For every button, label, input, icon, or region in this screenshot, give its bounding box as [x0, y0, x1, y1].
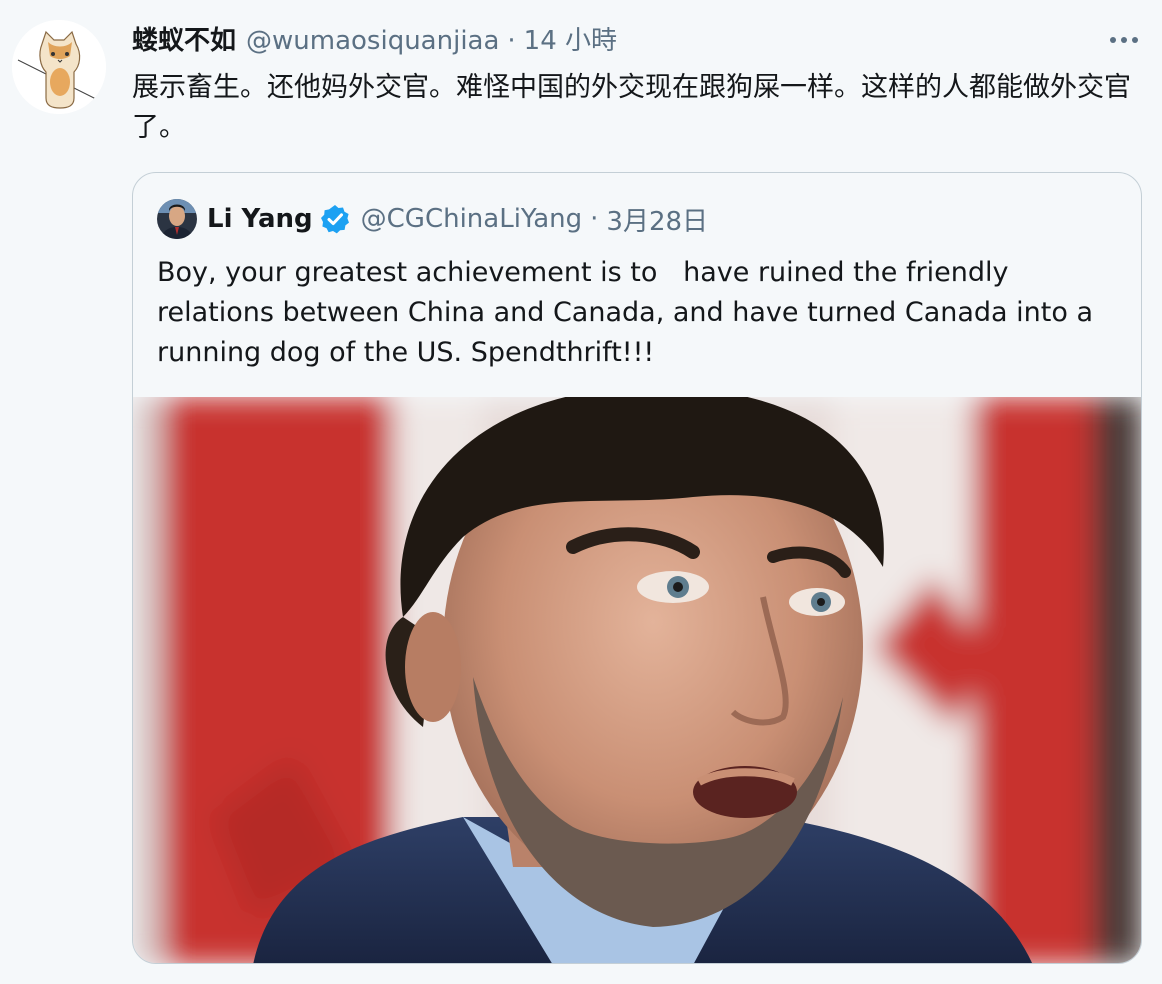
more-dots-icon — [1110, 37, 1138, 43]
portrait-photo — [133, 397, 1141, 963]
author-avatar[interactable] — [12, 20, 106, 114]
quoted-tweet-header: Li Yang @CGChinaLiYang · 3月28日 — [157, 199, 708, 239]
quoted-author-avatar[interactable] — [157, 199, 197, 239]
tweet[interactable]: 蝼蚁不如 @wumaosiquanjiaa · 14 小時 展示畜生。还他妈外交… — [0, 0, 1162, 984]
separator-dot: · — [507, 26, 516, 56]
cat-avatar-icon — [12, 20, 106, 114]
quoted-media-photo[interactable] — [133, 397, 1141, 963]
tweet-timestamp[interactable]: 14 小時 — [524, 22, 617, 60]
more-options-button[interactable] — [1104, 26, 1144, 54]
quoted-tweet-card[interactable]: Li Yang @CGChinaLiYang · 3月28日 Boy, your… — [132, 172, 1142, 964]
quoted-timestamp[interactable]: 3月28日 — [606, 201, 708, 238]
verified-badge-icon — [319, 203, 351, 235]
author-display-name[interactable]: 蝼蚁不如 — [132, 22, 236, 60]
separator-dot: · — [590, 204, 599, 234]
author-handle[interactable]: @wumaosiquanjiaa — [246, 22, 499, 60]
quoted-handle[interactable]: @CGChinaLiYang — [361, 204, 583, 234]
quoted-tweet-text: Boy, your greatest achievement is to hav… — [157, 257, 1102, 368]
tweet-header: 蝼蚁不如 @wumaosiquanjiaa · 14 小時 — [132, 22, 617, 60]
tweet-text: 展示畜生。还他妈外交官。难怪中国的外交现在跟狗屎一样。这样的人都能做外交官了。 — [132, 72, 1131, 143]
quoted-display-name[interactable]: Li Yang — [207, 204, 313, 234]
person-avatar-icon — [157, 199, 197, 239]
